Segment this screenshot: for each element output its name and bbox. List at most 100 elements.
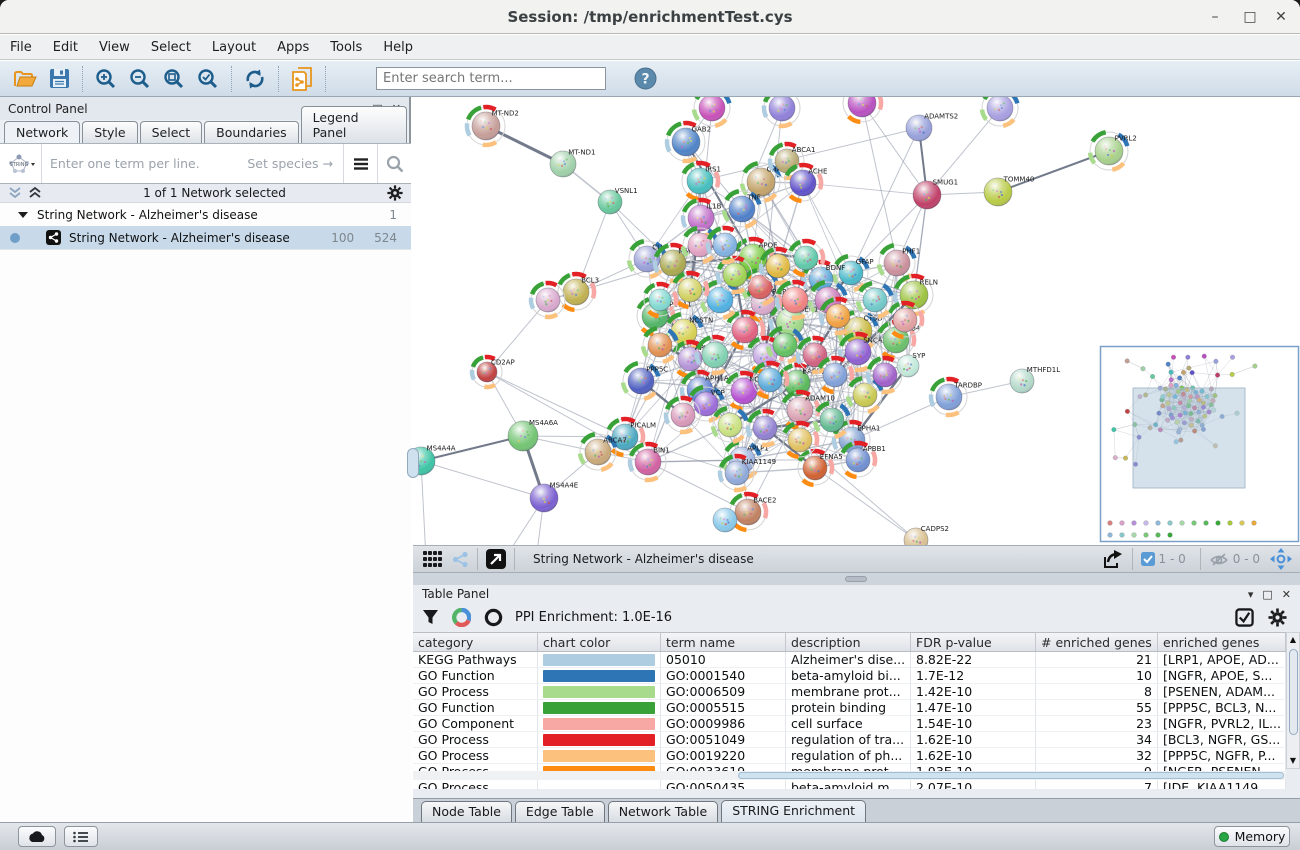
table-row[interactable]: GO ProcessGO:0006509membrane prot...1.42… — [413, 684, 1286, 700]
column-header-enriched-genes[interactable]: enriched genes — [1158, 633, 1286, 651]
menu-item-apps[interactable]: Apps — [277, 40, 309, 55]
column-header-term-name[interactable]: term name — [661, 633, 786, 651]
refresh-button[interactable] — [238, 64, 272, 94]
tab-style[interactable]: Style — [82, 121, 137, 143]
collapse-all-icon[interactable] — [8, 187, 22, 199]
tab-network-table[interactable]: Network Table — [608, 801, 719, 822]
chart-color-donut-icon[interactable] — [452, 608, 471, 627]
protein-node-CADPS2[interactable]: CADPS2 — [904, 525, 949, 545]
protein-node[interactable] — [764, 97, 800, 126]
menu-item-view[interactable]: View — [99, 40, 130, 55]
menu-item-file[interactable]: File — [10, 40, 32, 55]
select-columns-checkbox-icon[interactable] — [1235, 608, 1254, 627]
column-header-description[interactable]: description — [786, 633, 911, 651]
menu-item-select[interactable]: Select — [151, 40, 191, 55]
protein-node[interactable] — [982, 97, 1018, 126]
splitter-grip[interactable] — [845, 576, 867, 582]
protein-node-SYP[interactable]: SYP — [897, 352, 925, 377]
table-horizontal-scrollbar[interactable] — [413, 771, 1286, 780]
protein-node[interactable] — [783, 423, 817, 457]
float-panel-icon[interactable]: ▾ — [1248, 588, 1254, 601]
filter-icon[interactable] — [422, 609, 439, 626]
protein-node[interactable] — [815, 403, 849, 437]
protein-node[interactable] — [777, 282, 813, 318]
protein-node[interactable] — [713, 408, 747, 442]
network-options-gear-icon[interactable] — [387, 185, 403, 201]
string-options-button[interactable] — [343, 144, 377, 183]
expand-all-icon[interactable] — [28, 187, 42, 199]
menu-item-layout[interactable]: Layout — [212, 40, 256, 55]
protein-node-MT-ND1[interactable]: MT-ND1 — [550, 148, 595, 177]
hidden-eye-icon[interactable] — [1209, 552, 1229, 567]
zoom-fit-button[interactable] — [157, 64, 191, 94]
protein-node-MS4A4A[interactable]: MS4A4A — [413, 445, 456, 476]
protein-node-BACE2[interactable]: BACE2 — [730, 494, 776, 530]
protein-node[interactable] — [821, 299, 855, 333]
protein-node[interactable] — [753, 363, 787, 397]
maximize-button[interactable]: □ — [1235, 0, 1265, 34]
grid-view-icon[interactable] — [423, 551, 442, 567]
protein-node[interactable] — [694, 97, 730, 126]
network-collection-row[interactable]: String Network - Alzheimer's disease 1 — [0, 203, 411, 226]
string-logo[interactable]: STRING — [0, 144, 42, 183]
protein-node-TNF[interactable]: TNF — [724, 191, 761, 227]
protein-node-ADAMTS2[interactable]: ADAMTS2 — [906, 112, 958, 141]
table-settings-gear-icon[interactable] — [1268, 608, 1287, 627]
search-input[interactable] — [376, 67, 606, 90]
protein-node[interactable] — [643, 328, 677, 362]
protein-node[interactable] — [666, 398, 700, 432]
table-vertical-scrollbar[interactable]: ▲ ▼ — [1286, 632, 1300, 769]
protein-node[interactable] — [858, 283, 892, 317]
protein-node-PPP5C[interactable]: PPP5C — [623, 363, 668, 399]
protein-node[interactable] — [713, 508, 737, 532]
protein-node-APBB1[interactable]: APBB1 — [841, 443, 886, 477]
protein-node-CLU[interactable]: CLU — [629, 241, 666, 277]
tab-boundaries[interactable]: Boundaries — [204, 121, 298, 143]
minimize-button[interactable]: – — [1200, 0, 1230, 34]
protein-node[interactable] — [888, 303, 922, 337]
network-canvas[interactable]: MT-ND2MT-ND1VSNL1GAB2ADAMTS2PVRL2TOMM40S… — [413, 97, 1300, 545]
cloud-tasks-button[interactable] — [18, 826, 56, 847]
protein-node-ACHE[interactable]: ACHE — [785, 165, 827, 201]
task-history-button[interactable] — [64, 826, 98, 847]
column-header-fdr-p-value[interactable]: FDR p-value — [911, 633, 1036, 651]
table-row[interactable]: GO ProcessGO:0050435beta-amyloid m...2.0… — [413, 780, 1286, 789]
save-session-button[interactable] — [42, 64, 76, 94]
protein-node[interactable] — [531, 283, 565, 317]
table-row[interactable]: GO FunctionGO:0005515protein binding1.47… — [413, 700, 1286, 716]
protein-node-MS4A6A[interactable]: MS4A6A — [508, 419, 558, 451]
ring-chart-icon[interactable] — [484, 608, 503, 627]
tab-string-enrichment[interactable]: STRING Enrichment — [721, 800, 866, 822]
protein-node[interactable] — [818, 358, 852, 392]
tab-legend-panel[interactable]: Legend Panel — [301, 106, 407, 143]
birds-eye-viewport[interactable] — [1133, 388, 1245, 488]
tab-select[interactable]: Select — [140, 121, 203, 143]
table-row[interactable]: GO ProcessGO:0051049regulation of tra...… — [413, 732, 1286, 748]
panel-resize-grip[interactable] — [407, 448, 419, 478]
tab-network[interactable]: Network — [4, 121, 80, 143]
protein-node-MS4A4E[interactable]: MS4A4E — [530, 482, 578, 513]
close-panel-icon[interactable]: ✕ — [1282, 588, 1291, 601]
help-button[interactable]: ? — [628, 64, 662, 94]
menu-item-tools[interactable]: Tools — [330, 40, 362, 55]
table-row[interactable]: GO FunctionGO:0001540beta-amyloid bi...1… — [413, 668, 1286, 684]
dock-panel-icon[interactable]: □ — [1262, 588, 1272, 601]
tab-node-table[interactable]: Node Table — [421, 801, 512, 822]
scroll-up-icon[interactable]: ▲ — [1287, 633, 1299, 647]
column-header-category[interactable]: category — [413, 633, 538, 651]
zoom-in-button[interactable] — [89, 64, 123, 94]
share-network-icon[interactable] — [452, 551, 469, 568]
string-search-button[interactable] — [377, 144, 411, 183]
vertical-scroll-thumb[interactable] — [1289, 649, 1298, 735]
protein-node-VSNL1[interactable]: VSNL1 — [598, 187, 638, 214]
protein-node-TARDBP[interactable]: TARDBP — [931, 379, 982, 415]
set-species-label[interactable]: Set species → — [247, 156, 343, 171]
protein-node[interactable] — [727, 312, 763, 348]
table-row[interactable]: KEGG Pathways05010Alzheimer's dise...8.8… — [413, 652, 1286, 668]
table-row[interactable]: GO ComponentGO:0009986cell surface1.54E-… — [413, 716, 1286, 732]
zoom-selected-button[interactable] — [191, 64, 225, 94]
protein-node-MTHFD1L[interactable]: MTHFD1L — [1010, 366, 1060, 393]
pan-navigator-icon[interactable] — [1270, 548, 1292, 570]
column-header--enriched-genes[interactable]: # enriched genes — [1036, 633, 1158, 651]
close-button[interactable]: ✕ — [1266, 0, 1296, 34]
